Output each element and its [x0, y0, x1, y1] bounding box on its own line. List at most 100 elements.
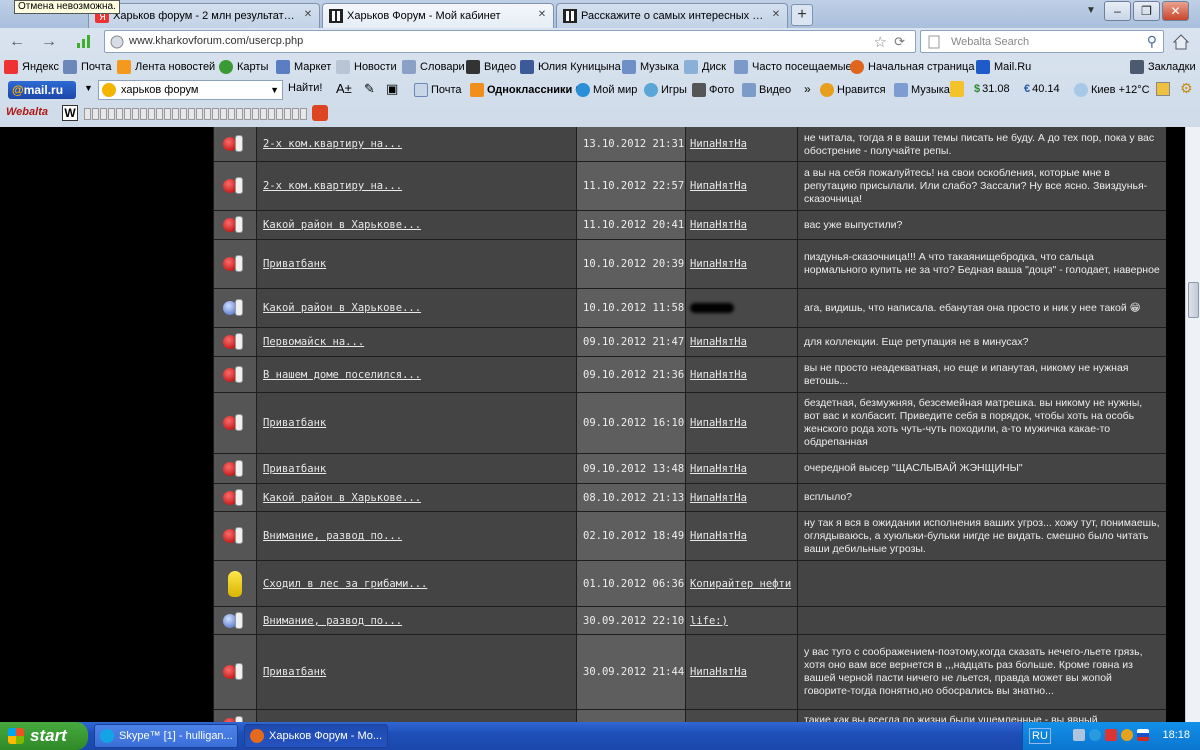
task-firefox[interactable]: Харьков Форум - Мо... — [244, 724, 388, 748]
toolbar-usd[interactable]: $31.08 — [974, 83, 1010, 95]
minimize-button[interactable]: – — [1104, 1, 1131, 21]
bookmark-most-visited[interactable]: Часто посещаемые — [734, 60, 852, 74]
search-engine-icon[interactable] — [927, 35, 941, 49]
bookmark-start-page[interactable]: Начальная страница — [850, 60, 974, 74]
thread-link[interactable]: В нашем доме поселился... — [263, 369, 421, 381]
thread-link[interactable]: Первомайск на... — [263, 336, 364, 348]
thread-link[interactable]: 2-х ком.квартиру на... — [263, 138, 402, 150]
vertical-scrollbar[interactable] — [1185, 127, 1200, 722]
tab-my-cabinet[interactable]: Харьков Форум - Мой кабинет ✕ — [322, 3, 554, 28]
thread-link[interactable]: Приватбанк — [263, 258, 326, 270]
address-bar[interactable]: www.kharkovforum.com/usercp.php ☆ ⟳ — [104, 30, 916, 53]
tab-interesting-stories[interactable]: Расскажите о самых интересных или н... ✕ — [556, 3, 788, 28]
toolbar-music[interactable]: Музыка — [894, 83, 950, 97]
toolbar-odnoklassniki[interactable]: Одноклассники 6 — [470, 83, 581, 97]
home-icon[interactable] — [1172, 33, 1190, 51]
bookmark-mail[interactable]: Почта — [63, 60, 112, 74]
maximize-button[interactable]: ❐ — [1133, 1, 1160, 21]
user-link[interactable]: НипаНятНа — [690, 369, 747, 381]
toolbar-photo[interactable]: Фото — [692, 83, 734, 97]
font-size-icon[interactable]: A± — [336, 81, 352, 96]
thread-link[interactable]: Внимание, развод по... — [263, 530, 402, 542]
thread-link[interactable]: Приватбанк — [263, 666, 326, 678]
user-link[interactable]: НипаНятНа — [690, 530, 747, 542]
start-button[interactable]: start — [0, 722, 88, 750]
tab-close-icon[interactable]: ✕ — [770, 9, 782, 21]
puzzle-icon[interactable] — [1156, 82, 1170, 96]
chevron-down-icon[interactable]: ▼ — [270, 81, 279, 99]
scrollbar-thumb[interactable] — [1188, 282, 1199, 318]
thread-link[interactable]: Приватбанк — [263, 417, 326, 429]
mailru-search-input[interactable]: харьков форум ▼ — [98, 80, 283, 100]
bookmark-yulia[interactable]: Юлия Куницына — [520, 60, 621, 74]
toolbar-weather[interactable]: Киев +12°C — [1074, 83, 1150, 97]
w-icon[interactable]: W — [62, 105, 78, 121]
bookmarks-menu[interactable]: Закладки — [1130, 60, 1196, 74]
mailru-logo[interactable]: @mail.ru — [8, 81, 76, 99]
toolbar-games[interactable]: Игры — [644, 83, 687, 97]
antivirus-icon[interactable] — [1105, 729, 1117, 741]
flag-icon[interactable] — [1137, 729, 1149, 741]
gear-icon[interactable]: ⚙ — [1180, 80, 1193, 97]
user-link[interactable]: Копирайтер нефти — [690, 578, 791, 590]
user-link[interactable]: НипаНятНа — [690, 138, 747, 150]
tab-search-results[interactable]: Я Харьков форум - 2 млн результатов. П..… — [88, 3, 320, 28]
network-icon[interactable] — [1073, 729, 1085, 741]
tab-close-icon[interactable]: ✕ — [302, 9, 314, 21]
search-bar[interactable]: Webalta Search ⚲ — [920, 30, 1164, 53]
highlighter-icon[interactable]: ✎ — [364, 81, 375, 97]
bookmark-music[interactable]: Музыка — [622, 60, 679, 74]
webalta-logo[interactable]: Webalta — [6, 106, 48, 118]
user-link[interactable]: НипаНятНа — [690, 463, 747, 475]
webalta-mini-buttons[interactable] — [84, 108, 307, 120]
signal-bars-icon[interactable] — [76, 34, 92, 48]
thread-link[interactable]: Какой район в Харькове... — [263, 219, 421, 231]
wallet-icon[interactable] — [950, 81, 964, 97]
thread-link[interactable]: Внимание, развод по... — [263, 615, 402, 627]
bookmark-maps[interactable]: Карты — [219, 60, 268, 74]
url-text[interactable]: www.kharkovforum.com/usercp.php — [129, 35, 303, 47]
thread-link[interactable]: 2-х ком.квартиру на... — [263, 180, 402, 192]
user-link[interactable]: НипаНятНа — [690, 180, 747, 192]
search-icon[interactable]: ⚲ — [1147, 33, 1157, 50]
user-link[interactable]: НипаНятНа — [690, 666, 747, 678]
language-indicator[interactable]: RU — [1029, 728, 1051, 744]
bookmark-news-feed[interactable]: Лента новостей — [117, 60, 215, 74]
thread-link[interactable]: Приватбанк — [263, 463, 326, 475]
user-link[interactable]: НипаНятНа — [690, 417, 747, 429]
user-link[interactable]: life:) — [690, 615, 728, 627]
user-link[interactable]: НипаНятНа — [690, 219, 747, 231]
close-window-button[interactable]: ✕ — [1162, 1, 1189, 21]
toolbar-mail[interactable]: Почта — [414, 83, 462, 97]
back-icon[interactable]: ← — [6, 31, 28, 53]
user-link[interactable]: НипаНятНа — [690, 258, 747, 270]
reload-icon[interactable]: ⟳ — [894, 34, 905, 50]
page-icon[interactable]: ▣ — [386, 81, 398, 97]
user-link[interactable]: НипаНятНа — [690, 492, 747, 504]
toolbar-video[interactable]: Видео — [742, 83, 791, 97]
skype-tray-icon[interactable] — [1089, 729, 1101, 741]
chevron-down-icon[interactable]: ▼ — [84, 83, 93, 93]
webalta-red-icon[interactable] — [312, 105, 328, 121]
update-icon[interactable] — [1121, 729, 1133, 741]
thread-link[interactable]: Сходил в лес за грибами... — [263, 578, 427, 590]
tab-close-icon[interactable]: ✕ — [536, 9, 548, 21]
toolbar-like[interactable]: Нравится — [820, 83, 886, 97]
toolbar-eur[interactable]: €40.14 — [1024, 83, 1060, 95]
bookmark-disk[interactable]: Диск — [684, 60, 726, 74]
bookmark-yandex[interactable]: Яндекс — [4, 60, 59, 74]
tab-list-icon[interactable]: ▼ — [1082, 5, 1100, 23]
bookmark-star-icon[interactable]: ☆ — [874, 33, 887, 51]
user-link[interactable]: НипаНятНа — [690, 336, 747, 348]
bookmark-market[interactable]: Маркет — [276, 60, 331, 74]
forward-icon[interactable]: → — [38, 31, 60, 53]
bookmark-video[interactable]: Видео — [466, 60, 516, 74]
thread-link[interactable]: Какой район в Харькове... — [263, 302, 421, 314]
task-skype[interactable]: Skype™ [1] - hulligan... — [94, 724, 238, 748]
thread-link[interactable]: Какой район в Харькове... — [263, 492, 421, 504]
more-chevron-icon[interactable]: » — [804, 82, 811, 96]
bookmark-mailru[interactable]: Mail.Ru — [976, 60, 1031, 74]
new-tab-button[interactable]: + — [791, 4, 813, 26]
find-button[interactable]: Найти! — [288, 82, 322, 94]
toolbar-my-world[interactable]: Мой мир — [576, 83, 637, 97]
